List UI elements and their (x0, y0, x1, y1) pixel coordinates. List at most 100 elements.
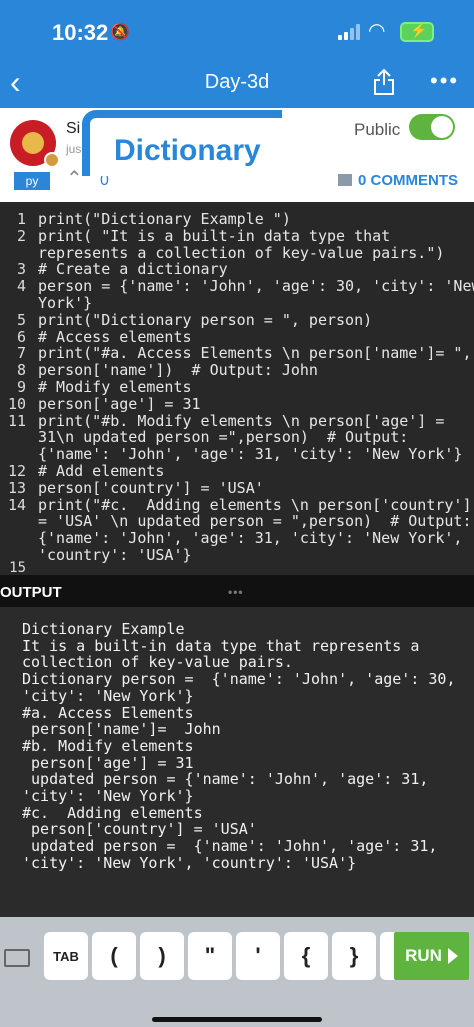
line-number: 3 (16, 260, 26, 279)
line-number (0, 513, 26, 530)
line-number: 1 (16, 210, 26, 228)
silent-bell-icon: 🔕 (110, 24, 130, 41)
code-text[interactable]: # Create a dictionary (38, 261, 228, 278)
code-line[interactable]: 'country': 'USA'} (0, 547, 474, 564)
dictionary-title-card: Dictionary (82, 110, 282, 176)
code-line[interactable]: 4 person = {'name': 'John', 'age': 30, 'c… (0, 278, 474, 295)
author-name[interactable]: Si (66, 120, 80, 138)
line-number: 10 (7, 394, 26, 413)
code-line[interactable]: 7 print("#a. Access Elements \n person['n… (0, 345, 474, 362)
line-number: 9 (16, 377, 26, 396)
line-number: 12 (7, 461, 26, 480)
run-button[interactable]: RUN (394, 932, 469, 980)
run-label: RUN (405, 946, 442, 965)
symbol-key[interactable]: { (284, 932, 328, 980)
language-badge: py (14, 172, 50, 190)
home-bar (0, 995, 474, 1027)
code-line[interactable]: {'name': 'John', 'age': 31, 'city': 'New… (0, 446, 474, 463)
code-text[interactable]: print("Dictionary person = ", person) (38, 311, 372, 329)
line-number (0, 295, 26, 312)
code-line[interactable]: 14 print("#c. Adding elements \n person['… (0, 495, 474, 514)
home-indicator[interactable] (152, 1017, 322, 1022)
code-line[interactable]: = 'USA' \n updated person = ",person) # … (0, 513, 474, 530)
page-title: Day-3d (204, 71, 270, 93)
drag-handle-icon[interactable]: ••• (228, 585, 244, 599)
wifi-icon: ◠ (368, 20, 386, 42)
play-icon (447, 948, 458, 964)
tab-key[interactable]: TAB (44, 932, 88, 980)
code-line[interactable]: represents a collection of key-value pai… (0, 244, 474, 262)
battery-icon: ⚡ (400, 22, 434, 42)
code-text[interactable]: print("#a. Access Elements \n person['na… (38, 345, 471, 362)
code-line[interactable]: 3 # Create a dictionary (0, 261, 474, 278)
code-text[interactable]: print("#c. Adding elements \n person['co… (38, 496, 471, 514)
code-line[interactable]: 2 print( "It is a built-in data type that (0, 226, 474, 245)
code-text[interactable]: {'name': 'John', 'age': 31, 'city': 'New… (38, 446, 462, 463)
line-number: 7 (16, 344, 26, 363)
line-number: 4 (16, 277, 26, 296)
code-text[interactable]: York'} (38, 295, 92, 312)
line-number: 8 (16, 361, 26, 380)
code-text[interactable]: person['age'] = 31 (38, 395, 201, 413)
code-line[interactable]: 31\n updated person =",person) # Output: (0, 429, 474, 446)
line-number: 11 (7, 411, 26, 430)
symbol-key[interactable]: ( (92, 932, 136, 980)
key-toolbar: TAB()"'{}[ RUN (0, 917, 474, 995)
code-line[interactable]: York'} (0, 295, 474, 312)
code-line[interactable]: 1 print("Dictionary Example ") (0, 211, 474, 228)
public-toggle[interactable] (409, 114, 455, 140)
code-text[interactable]: 31\n updated person =",person) # Output: (38, 429, 408, 446)
symbol-key[interactable]: " (188, 932, 232, 980)
code-text[interactable]: # Add elements (38, 463, 164, 480)
code-line[interactable]: 6 # Access elements (0, 328, 474, 346)
code-line[interactable]: 10 person['age'] = 31 (0, 394, 474, 413)
share-icon[interactable] (373, 68, 395, 96)
code-editor[interactable]: 1 print("Dictionary Example ") 2 print( "It… (0, 202, 474, 576)
code-line[interactable]: 8 person['name']) # Output: John (0, 362, 474, 379)
code-text[interactable]: print("Dictionary Example ") (38, 211, 291, 228)
code-text[interactable]: = 'USA' \n updated person = ",person) # … (38, 513, 471, 530)
comments-label: 0 COMMENTS (358, 172, 459, 189)
code-text[interactable]: print("#b. Modify elements \n person['ag… (38, 412, 444, 430)
line-number (0, 446, 26, 463)
output-header: OUTPUT ••• (0, 575, 474, 607)
keyboard-icon[interactable] (4, 947, 30, 967)
code-text[interactable]: person['country'] = 'USA' (38, 479, 264, 497)
code-text[interactable]: represents a collection of key-value pai… (38, 244, 444, 262)
line-number (0, 530, 26, 547)
line-number (0, 245, 26, 262)
special-keys: TAB()"'{}[ (44, 932, 428, 982)
code-line[interactable]: {'name': 'John', 'age': 31, 'city': 'New… (0, 530, 474, 547)
status-time: 10:32 (52, 20, 109, 45)
more-icon[interactable]: ••• (430, 68, 459, 94)
line-number: 2 (16, 226, 26, 245)
code-text[interactable]: person = {'name': 'John', 'age': 30, 'ci… (38, 278, 474, 295)
symbol-key[interactable]: ' (236, 932, 280, 980)
upvote-icon[interactable]: ⌃ (66, 166, 83, 191)
code-line[interactable]: 12 # Add elements (0, 463, 474, 480)
code-line[interactable]: 13 person['country'] = 'USA' (0, 478, 474, 497)
nav-bar: ‹ Day-3d ••• (0, 60, 474, 108)
code-line[interactable]: 5 print("Dictionary person = ", person) (0, 310, 474, 329)
code-line[interactable]: 9 # Modify elements (0, 379, 474, 396)
author-subtitle: jus (66, 142, 82, 156)
signal-icon (338, 24, 362, 40)
line-number: 13 (7, 478, 26, 497)
code-text[interactable]: {'name': 'John', 'age': 31, 'city': 'New… (38, 530, 462, 547)
visibility-label: Public (354, 120, 401, 139)
code-text[interactable]: print( "It is a built-in data type that (38, 227, 390, 245)
line-number (0, 429, 26, 446)
comment-icon (338, 174, 352, 186)
line-number: 14 (7, 495, 26, 514)
comments-link[interactable]: 0 COMMENTS (338, 172, 458, 189)
line-number: 5 (16, 310, 26, 329)
code-text[interactable]: person['name']) # Output: John (38, 362, 318, 379)
symbol-key[interactable]: } (332, 932, 376, 980)
output-title: OUTPUT (0, 584, 62, 601)
output-panel: Dictionary Example It is a built-in data… (0, 607, 474, 917)
code-text[interactable]: # Modify elements (38, 379, 192, 396)
code-text[interactable]: # Access elements (38, 328, 192, 346)
symbol-key[interactable]: ) (140, 932, 184, 980)
code-text[interactable]: 'country': 'USA'} (38, 547, 192, 564)
code-line[interactable]: 11 print("#b. Modify elements \n person['… (0, 411, 474, 430)
